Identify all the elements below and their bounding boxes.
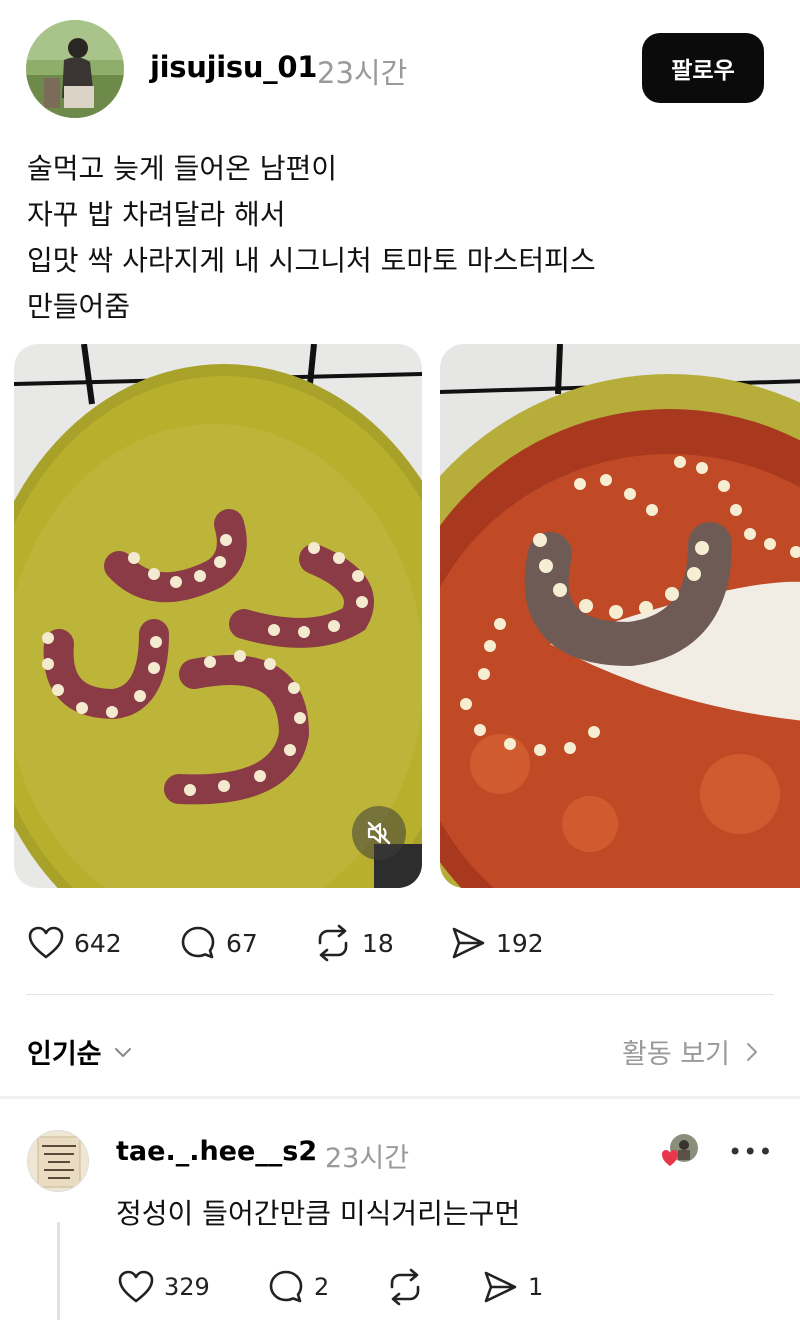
sort-label: 인기순: [27, 1039, 102, 1070]
send-icon: [452, 927, 485, 959]
section-separator: [0, 1096, 800, 1099]
author-username[interactable]: jisujisu_01: [150, 50, 317, 84]
repost-button[interactable]: 18: [312, 918, 394, 968]
post-text-line: 만들어줌: [27, 290, 131, 323]
author-liked-badge: [662, 1132, 700, 1170]
comment-reply-count: 2: [314, 1273, 330, 1301]
repost-icon: [318, 924, 348, 962]
view-activity-link[interactable]: 활동 보기: [622, 1032, 760, 1071]
heart-icon: [118, 1270, 154, 1303]
activity-label: 활동 보기: [622, 1039, 730, 1070]
heart-icon: [28, 926, 64, 959]
comments-sort-row: 인기순 활동 보기: [0, 1020, 800, 1076]
comment-like-button[interactable]: 329: [116, 1262, 210, 1312]
comment-repost-button[interactable]: [384, 1262, 426, 1312]
comment-like-count: 329: [164, 1273, 210, 1301]
repost-count: 18: [362, 928, 394, 958]
post-timestamp: 23시간: [317, 56, 408, 90]
like-button[interactable]: 642: [26, 918, 122, 968]
chevron-right-icon: [747, 1042, 757, 1061]
repost-icon: [390, 1268, 420, 1306]
comment-count: 67: [226, 928, 258, 958]
comment-bubble-icon: [181, 926, 215, 959]
share-count: 192: [496, 928, 544, 958]
follow-button[interactable]: 팔로우: [642, 33, 764, 103]
post-text-line: 자꾸 밥 차려달라 해서: [27, 198, 286, 231]
comment-item: tae._.hee__s2 23시간 정성이 들어간만큼 미식거리는구먼 •••…: [0, 1110, 800, 1320]
post-text: 술먹고 늦게 들어온 남편이 자꾸 밥 차려달라 해서 입맛 싹 사라지게 내 …: [27, 146, 767, 330]
post-text-line: 술먹고 늦게 들어온 남편이: [27, 152, 338, 185]
commenter-username[interactable]: tae._.hee__s2: [116, 1136, 317, 1167]
comment-share-count: 1: [528, 1273, 544, 1301]
more-options-icon[interactable]: •••: [728, 1138, 773, 1166]
comment-bubble-icon: [269, 1270, 303, 1303]
like-count: 642: [74, 928, 122, 958]
comment-timestamp: 23시간: [325, 1143, 410, 1174]
comment-text: 정성이 들어간만큼 미식거리는구먼: [116, 1197, 521, 1230]
send-icon: [484, 1271, 517, 1303]
divider: [26, 994, 774, 995]
media-carousel[interactable]: [0, 344, 800, 888]
comment-share-button[interactable]: 1: [480, 1262, 543, 1312]
commenter-avatar[interactable]: [27, 1130, 89, 1192]
media-video-1[interactable]: [14, 344, 422, 888]
chevron-down-icon: [114, 1047, 131, 1057]
author-avatar[interactable]: [26, 20, 124, 118]
share-button[interactable]: 192: [448, 918, 544, 968]
heart-icon: [662, 1150, 678, 1166]
post-header: jisujisu_01 23시간 팔로우: [0, 0, 800, 130]
sort-dropdown[interactable]: 인기순: [27, 1032, 134, 1071]
speaker-muted-icon: [367, 821, 391, 845]
media-video-2[interactable]: [440, 344, 800, 888]
comment-reply-button[interactable]: 2: [266, 1262, 329, 1312]
mute-toggle-button[interactable]: [352, 806, 406, 860]
comment-action-bar: 329 2 1: [0, 1262, 800, 1308]
post-action-bar: 642 67 18 192: [0, 918, 800, 968]
comment-button[interactable]: 67: [178, 918, 258, 968]
post-text-line: 입맛 싹 사라지게 내 시그니처 토마토 마스터피스: [27, 244, 596, 277]
